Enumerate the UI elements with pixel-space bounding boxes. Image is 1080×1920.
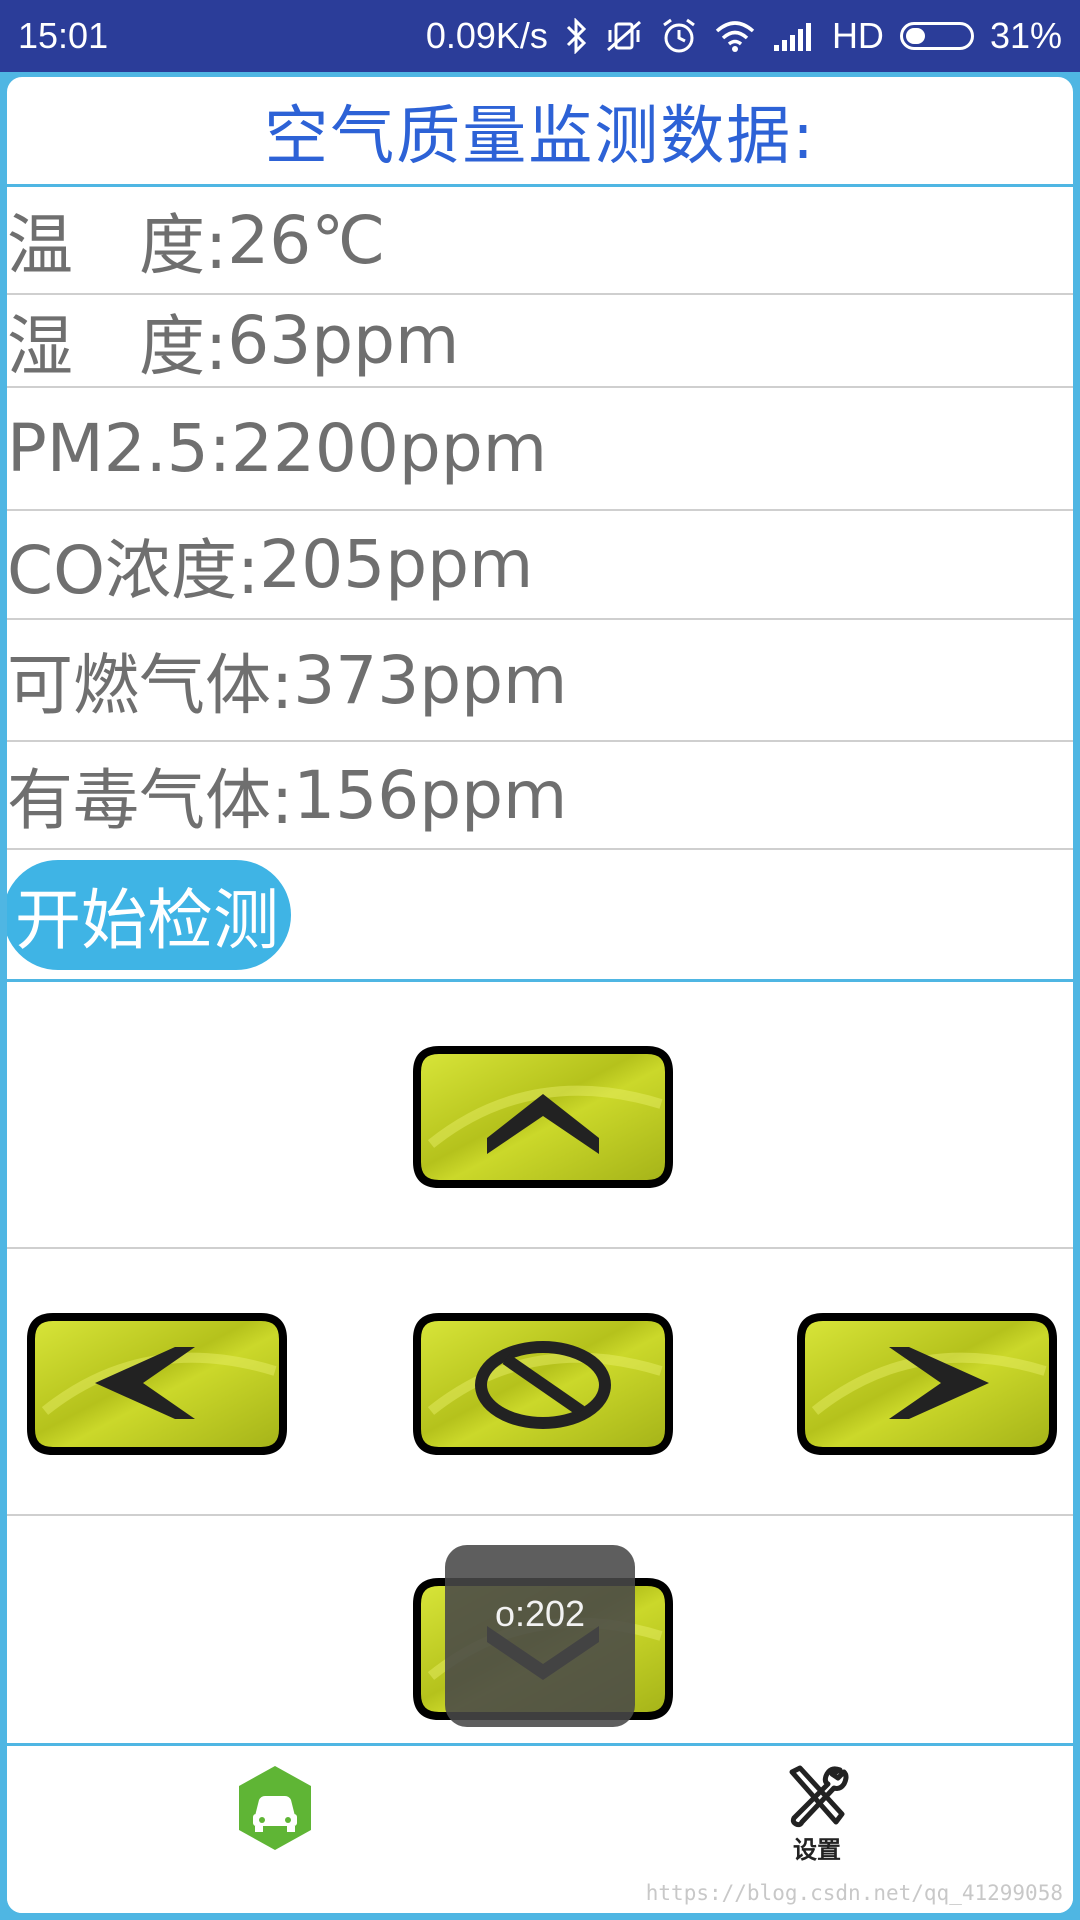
- status-icons: 0.09K/s HD 31%: [426, 15, 1062, 57]
- status-time: 15:01: [18, 15, 109, 56]
- signal-type: HD: [831, 15, 884, 56]
- arrow-left-icon: [25, 1311, 289, 1457]
- cell-signal-icon: [772, 21, 816, 51]
- start-button-row: 开始检测: [7, 850, 1073, 982]
- car-icon: [239, 1766, 311, 1850]
- nav-settings-tab[interactable]: 设置: [777, 1764, 857, 1865]
- reading-label: PM2.5:: [7, 410, 231, 487]
- alarm-icon: [660, 17, 698, 55]
- vibrate-off-icon: [604, 18, 644, 54]
- battery-percent: 31%: [989, 15, 1062, 56]
- reading-label: 湿 度:: [7, 307, 228, 385]
- stop-button[interactable]: [411, 1311, 675, 1457]
- wifi-icon: [714, 19, 756, 53]
- settings-label: 设置: [793, 1836, 841, 1864]
- network-speed: 0.09K/s: [425, 15, 548, 56]
- reading-value: 26℃: [227, 201, 386, 279]
- bottom-nav: 设置 https://blog.csdn.net/qq_41299058: [7, 1743, 1073, 1913]
- reading-humidity: 湿 度: 63ppm: [7, 295, 1073, 388]
- right-button[interactable]: [795, 1311, 1059, 1457]
- watermark: https://blog.csdn.net/qq_41299058: [645, 1881, 1063, 1905]
- reading-temperature: 温 度: 26℃: [7, 187, 1073, 295]
- bluetooth-icon: [564, 18, 588, 54]
- reading-value: 156ppm: [293, 756, 568, 834]
- battery-icon: [899, 22, 974, 50]
- pad-row-middle: [7, 1249, 1073, 1516]
- reading-label: 可燃气体:: [7, 647, 294, 724]
- reading-value: 63ppm: [227, 302, 460, 379]
- reading-value: 2200ppm: [230, 410, 547, 487]
- pad-row-top: [7, 982, 1073, 1249]
- arrow-up-icon: [411, 1044, 675, 1190]
- start-detection-button[interactable]: 开始检测: [7, 859, 291, 970]
- reading-label: 有毒气体:: [7, 762, 294, 839]
- tools-icon: [789, 1765, 849, 1828]
- arrow-right-icon: [795, 1311, 1059, 1457]
- toast-message: o:202: [445, 1545, 635, 1727]
- reading-value: 205ppm: [259, 526, 534, 603]
- nav-car-tab[interactable]: [237, 1764, 313, 1852]
- reading-label: 温 度:: [7, 207, 228, 284]
- forward-button[interactable]: [411, 1044, 675, 1190]
- page-title: 空气质量监测数据:: [7, 77, 1073, 187]
- reading-toxic-gas: 有毒气体: 156ppm: [7, 742, 1073, 850]
- toast-text: o:202: [494, 1593, 586, 1634]
- reading-combustible-gas: 可燃气体: 373ppm: [7, 620, 1073, 742]
- reading-value: 373ppm: [293, 641, 568, 719]
- left-button[interactable]: [25, 1311, 289, 1457]
- stop-icon: [411, 1311, 675, 1457]
- reading-co: CO浓度: 205ppm: [7, 511, 1073, 620]
- reading-label: CO浓度:: [7, 531, 260, 609]
- status-bar: 15:01 0.09K/s HD 31%: [0, 0, 1080, 72]
- reading-pm25: PM2.5: 2200ppm: [7, 388, 1073, 511]
